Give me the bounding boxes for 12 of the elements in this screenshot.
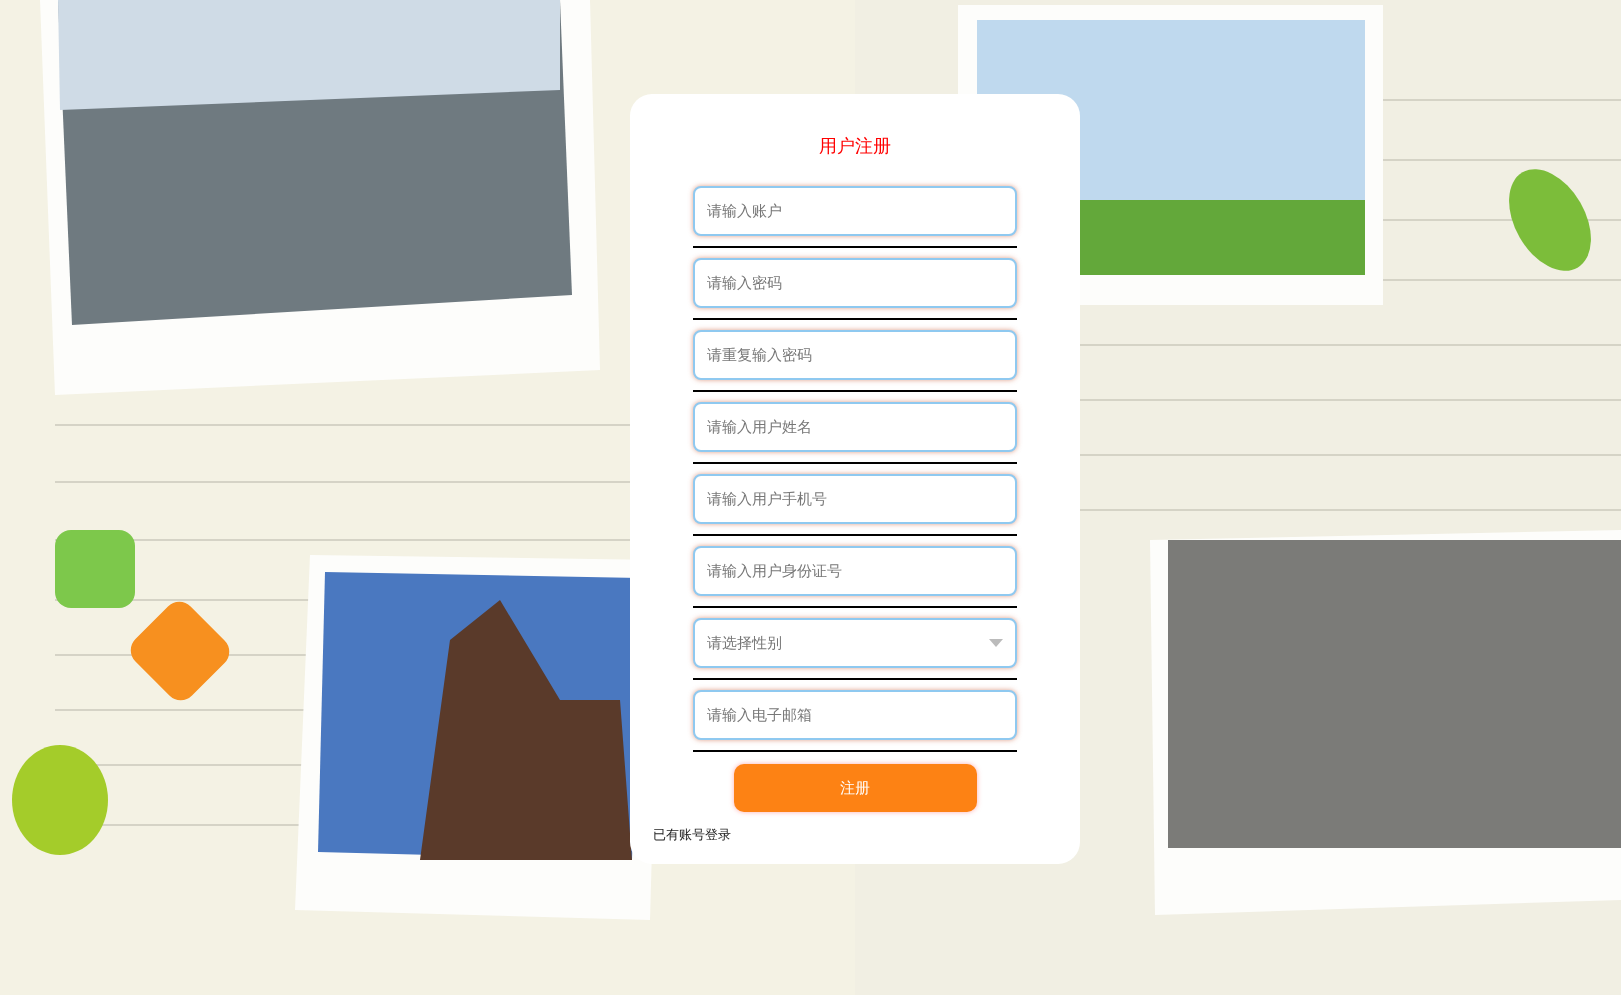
input-field[interactable]: 请输入密码 (693, 258, 1017, 308)
input-field[interactable]: 请输入用户手机号 (693, 474, 1017, 524)
form-title: 用户注册 (819, 134, 891, 158)
caret-icon (989, 639, 1003, 647)
input-field[interactable]: 请重复输入密码 (693, 330, 1017, 380)
register-button[interactable]: 注册 (733, 764, 977, 812)
input-field[interactable]: 请输入电子邮箱 (693, 690, 1017, 740)
input-field[interactable]: 请输入用户姓名 (693, 402, 1017, 452)
input-field[interactable]: 请输入账户 (693, 186, 1017, 236)
input-field[interactable]: 请输入用户身份证号 (693, 546, 1017, 596)
login-link[interactable]: 已有账号登录 (653, 826, 731, 844)
gender-select[interactable]: 请选择性别 (693, 618, 1017, 668)
